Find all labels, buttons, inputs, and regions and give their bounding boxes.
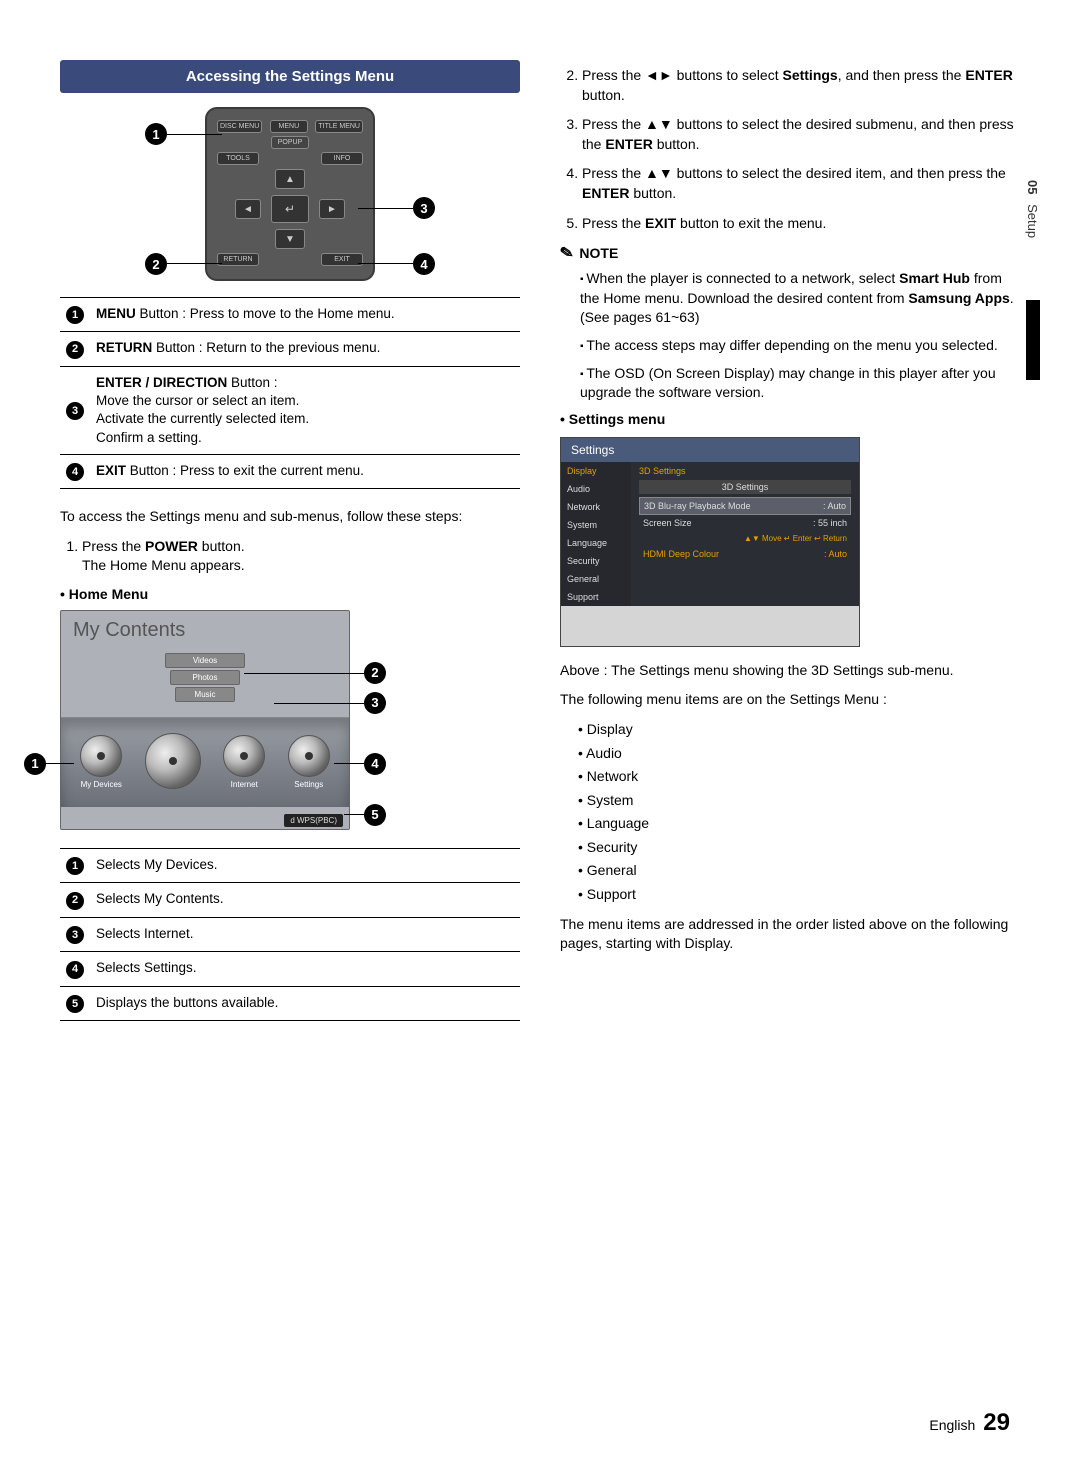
step-1-pre: Press the — [82, 538, 145, 554]
step-1-bold: POWER — [145, 538, 198, 554]
remote-control: DISC MENU MENU TITLE MENU POPUP TOOLS IN… — [205, 107, 375, 281]
cat-videos: Videos — [165, 653, 245, 668]
dpad-left: ◄ — [235, 199, 261, 219]
dpad-down: ▼ — [275, 229, 305, 249]
settings-menu-list: DisplayAudioNetworkSystemLanguageSecurit… — [560, 720, 1020, 905]
ss-reflection — [561, 606, 859, 646]
hcallout-3: 3 — [364, 692, 386, 714]
hcallout-4: 4 — [364, 753, 386, 775]
home-menu-title: My Contents — [61, 611, 349, 650]
step-1-line2: The Home Menu appears. — [82, 557, 245, 573]
cat-photos: Photos — [170, 670, 240, 685]
intro-text: To access the Settings menu and sub-menu… — [60, 507, 520, 527]
closing-text: The menu items are addressed in the orde… — [560, 915, 1020, 954]
home-menu-footer: d WPS(PBC) — [284, 814, 343, 827]
chapter-number: 05 — [1025, 180, 1040, 194]
tools-btn: TOOLS — [217, 152, 259, 165]
note-heading: ✎ NOTE — [560, 243, 1020, 263]
ss-row-1: 3D Blu-ray Playback Mode : Auto — [639, 497, 851, 515]
shelf-internet: Internet — [223, 735, 265, 789]
hcallout-2: 2 — [364, 662, 386, 684]
popup-btn: POPUP — [271, 136, 309, 149]
side-tab: 05 Setup — [1025, 180, 1040, 238]
callout-2: 2 — [145, 253, 167, 275]
ss-sub-header: 3D Settings — [639, 480, 851, 494]
title-menu-btn: TITLE MENU — [315, 120, 363, 133]
remote-legend-table: 1MENU Button : Press to move to the Home… — [60, 297, 520, 489]
ss-main-header: 3D Settings — [639, 466, 851, 476]
step-1-post: button. — [198, 538, 245, 554]
shelf-center — [145, 733, 201, 792]
settings-screenshot: Settings DisplayAudioNetworkSystemLangua… — [560, 437, 860, 647]
page-footer: English 29 — [929, 1409, 1010, 1437]
settings-caption: Above : The Settings menu showing the 3D… — [560, 661, 1020, 681]
settings-menu-heading: Settings menu — [560, 411, 1020, 427]
steps-left: Press the POWER button. The Home Menu ap… — [60, 537, 520, 576]
info-btn: INFO — [321, 152, 363, 165]
return-btn: RETURN — [217, 253, 259, 266]
disc-menu-btn: DISC MENU — [217, 120, 262, 133]
shelf-settings: Settings — [288, 735, 330, 789]
note-label: NOTE — [579, 245, 618, 261]
step-1: Press the POWER button. The Home Menu ap… — [82, 537, 520, 576]
ss-title: Settings — [561, 438, 859, 462]
chapter-title: Setup — [1025, 204, 1040, 238]
shelf-my-devices: My Devices — [80, 735, 122, 789]
dpad-right: ► — [319, 199, 345, 219]
footer-lang: English — [929, 1417, 975, 1433]
page-content: Accessing the Settings Menu DISC MENU ME… — [0, 0, 1080, 1079]
ss-row-2: Screen Size : 55 inch — [639, 515, 851, 531]
right-column: Press the ◄► buttons to select Settings,… — [560, 60, 1020, 1039]
footer-page: 29 — [983, 1409, 1010, 1437]
section-header: Accessing the Settings Menu — [60, 60, 520, 93]
home-menu-categories: Videos Photos Music — [165, 651, 245, 704]
ss-hints: ▲▼ Move ↵ Enter ↩ Return — [639, 531, 851, 546]
remote-diagram: DISC MENU MENU TITLE MENU POPUP TOOLS IN… — [145, 107, 435, 281]
steps-right: Press the ◄► buttons to select Settings,… — [560, 66, 1020, 233]
hcallout-5: 5 — [364, 804, 386, 826]
home-menu-figure: My Contents Videos Photos Music My Devic… — [60, 610, 350, 830]
home-menu-heading: Home Menu — [60, 586, 520, 602]
callout-4: 4 — [413, 253, 435, 275]
home-menu-shelf: My Devices Internet Settings — [61, 717, 349, 807]
following-text: The following menu items are on the Sett… — [560, 690, 1020, 710]
left-column: Accessing the Settings Menu DISC MENU ME… — [60, 60, 520, 1039]
home-menu-screen: My Contents Videos Photos Music My Devic… — [60, 610, 350, 830]
exit-btn: EXIT — [321, 253, 363, 266]
note-icon: ✎ — [558, 242, 575, 264]
dpad-enter: ↵ — [271, 195, 309, 223]
callout-1: 1 — [145, 123, 167, 145]
notes-list: When the player is connected to a networ… — [560, 269, 1020, 403]
cat-music: Music — [175, 687, 235, 702]
menu-btn: MENU — [270, 120, 308, 133]
dpad-up: ▲ — [275, 169, 305, 189]
ss-body: DisplayAudioNetworkSystemLanguageSecurit… — [561, 462, 859, 606]
ss-main: 3D Settings 3D Settings 3D Blu-ray Playb… — [631, 462, 859, 606]
ss-sidebar: DisplayAudioNetworkSystemLanguageSecurit… — [561, 462, 631, 606]
thumb-tab — [1026, 300, 1040, 380]
ss-row-bottom: HDMI Deep Colour : Auto — [639, 546, 851, 562]
hcallout-1: 1 — [24, 753, 46, 775]
home-legend-table: 1Selects My Devices.2Selects My Contents… — [60, 848, 520, 1021]
dpad: ▲ ▼ ◄ ► ↵ — [235, 169, 345, 249]
callout-3: 3 — [413, 197, 435, 219]
